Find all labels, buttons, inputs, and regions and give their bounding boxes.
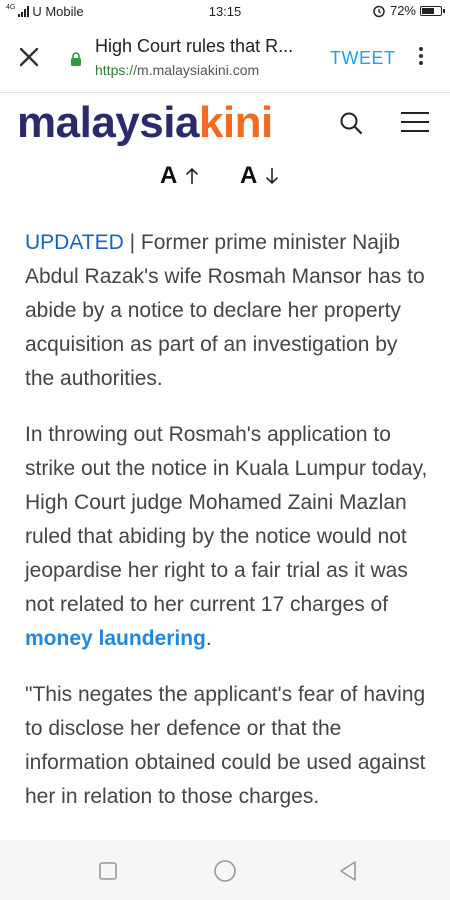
- recent-apps-icon[interactable]: [96, 859, 120, 883]
- system-nav-bar: [0, 840, 450, 900]
- status-bar: 4G U Mobile 13:15 72%: [0, 0, 450, 24]
- paragraph-text: "This negates the applicant's fear of ha…: [25, 683, 426, 808]
- battery-fill: [422, 7, 435, 14]
- logo-part2: kini: [198, 98, 273, 147]
- alarm-icon: [373, 5, 385, 17]
- article-paragraph: "This negates the applicant's fear of ha…: [25, 678, 430, 814]
- page-title: High Court rules that R...: [95, 36, 294, 56]
- paragraph-text: In throwing out Rosmah's application to …: [25, 423, 428, 616]
- article-paragraph: In throwing out Rosmah's application to …: [25, 418, 430, 656]
- page-url: https://m.malaysiakini.com: [95, 62, 259, 78]
- article-paragraph: UPDATED | Former prime minister Najib Ab…: [25, 226, 430, 396]
- increase-font-label: A: [160, 162, 178, 189]
- paragraph-text: | Former prime minister Najib Abdul Raza…: [25, 231, 425, 390]
- hamburger-menu-icon[interactable]: [401, 112, 429, 134]
- updated-tag: UPDATED: [25, 231, 124, 254]
- arrow-up-icon: [186, 167, 199, 184]
- more-options-icon[interactable]: [413, 44, 429, 74]
- back-icon[interactable]: [336, 859, 360, 883]
- url-protocol: https://: [95, 62, 138, 78]
- decrease-font-label: A: [240, 162, 258, 189]
- battery-percent: 72%: [389, 3, 416, 18]
- money-laundering-link[interactable]: money laundering: [25, 627, 206, 650]
- logo-part1: malaysia: [17, 98, 199, 147]
- status-right: 72%: [372, 3, 445, 18]
- battery-icon: [420, 5, 445, 16]
- paragraph-end: .: [205, 627, 212, 650]
- article-body: UPDATED | Former prime minister Najib Ab…: [25, 226, 430, 836]
- close-icon[interactable]: [14, 42, 44, 72]
- arrow-down-icon: [266, 168, 279, 185]
- tweet-button[interactable]: TWEET: [330, 48, 396, 69]
- lock-icon: [71, 52, 81, 66]
- browser-toolbar: High Court rules that R... https://m.mal…: [0, 24, 450, 93]
- home-icon[interactable]: [213, 859, 237, 883]
- increase-font-button[interactable]: A: [160, 162, 199, 190]
- font-size-controls: A A: [0, 162, 450, 198]
- decrease-font-button[interactable]: A: [240, 162, 279, 190]
- site-logo[interactable]: malaysiakini: [17, 98, 273, 148]
- search-icon[interactable]: [338, 110, 364, 136]
- url-host: m.malaysiakini.com: [137, 62, 260, 78]
